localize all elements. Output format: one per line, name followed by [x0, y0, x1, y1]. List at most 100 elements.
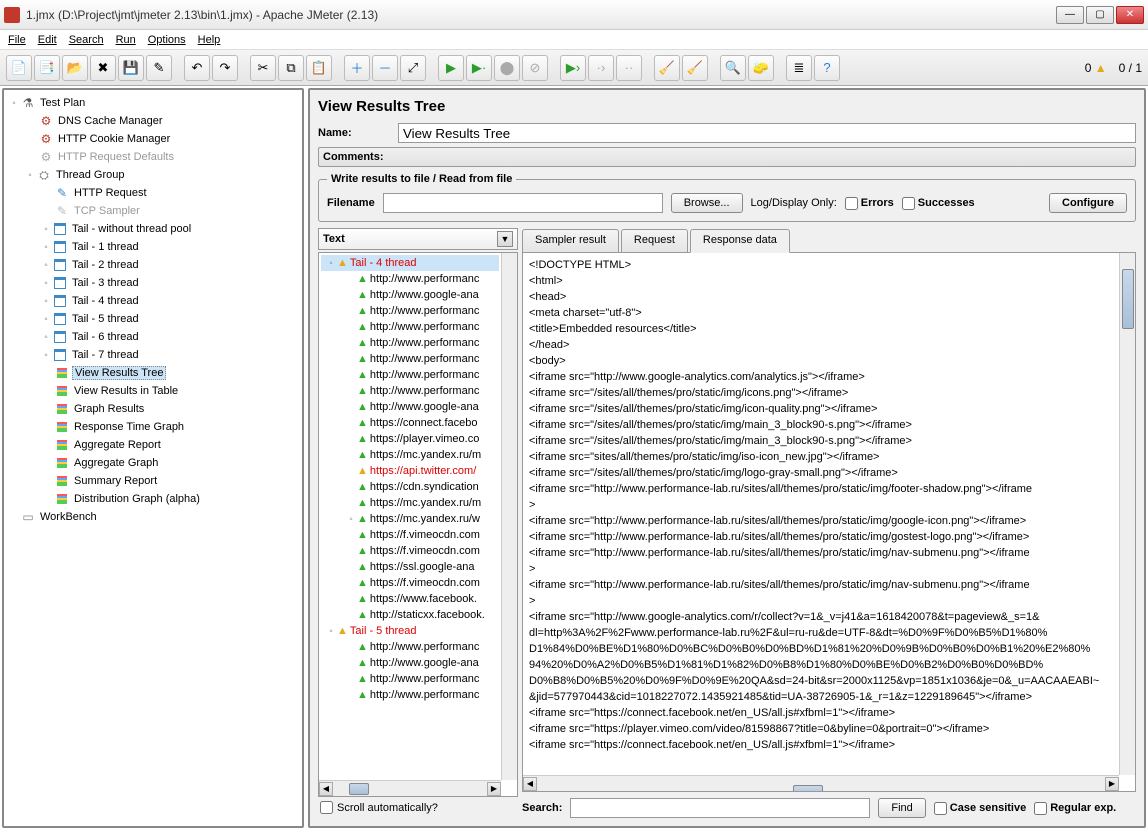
tree-listener[interactable]: View Results Tree: [72, 366, 166, 380]
tree-tail[interactable]: Tail - 7 thread: [70, 349, 141, 361]
menu-options[interactable]: Options: [148, 34, 186, 46]
shutdown-button[interactable]: ⊘: [522, 55, 548, 81]
tab-response-data[interactable]: Response data: [690, 229, 790, 253]
result-item[interactable]: ▲http://staticxx.facebook.: [321, 607, 499, 623]
result-item[interactable]: ▲https://mc.yandex.ru/m: [321, 447, 499, 463]
redo-button[interactable]: ↷: [212, 55, 238, 81]
scroll-auto-checkbox[interactable]: Scroll automatically?: [318, 797, 518, 818]
horizontal-scrollbar[interactable]: ◀ ▶: [523, 775, 1119, 791]
tree-test-plan[interactable]: Test Plan: [38, 97, 87, 109]
result-item[interactable]: ▲https://cdn.syndication: [321, 479, 499, 495]
tree-tcp[interactable]: TCP Sampler: [72, 205, 142, 217]
remote-shutdown-button[interactable]: ··: [616, 55, 642, 81]
result-item[interactable]: ▲https://player.vimeo.co: [321, 431, 499, 447]
vertical-scrollbar[interactable]: [501, 253, 517, 780]
tree-tail[interactable]: Tail - 1 thread: [70, 241, 141, 253]
result-item[interactable]: ▲https://ssl.google-ana: [321, 559, 499, 575]
tree-listener[interactable]: Distribution Graph (alpha): [72, 493, 202, 505]
result-item[interactable]: ▲http://www.performanc: [321, 383, 499, 399]
stop-button[interactable]: ⬤: [494, 55, 520, 81]
case-sensitive-checkbox[interactable]: Case sensitive: [934, 802, 1026, 815]
result-item[interactable]: ▲http://www.google-ana: [321, 399, 499, 415]
tab-sampler-result[interactable]: Sampler result: [522, 229, 619, 253]
menu-run[interactable]: Run: [116, 34, 136, 46]
tree-listener[interactable]: Graph Results: [72, 403, 146, 415]
tree-listener[interactable]: Aggregate Report: [72, 439, 163, 451]
start-button[interactable]: ▶: [438, 55, 464, 81]
start-no-pause-button[interactable]: ▶·: [466, 55, 492, 81]
successes-checkbox[interactable]: Successes: [902, 197, 975, 210]
scroll-thumb[interactable]: [793, 785, 823, 793]
clear-button[interactable]: 🧹: [654, 55, 680, 81]
clear-all-button[interactable]: 🧹: [682, 55, 708, 81]
configure-button[interactable]: Configure: [1049, 193, 1127, 213]
errors-checkbox[interactable]: Errors: [845, 197, 894, 210]
tree-tail[interactable]: Tail - 6 thread: [70, 331, 141, 343]
tree-thread-group[interactable]: Thread Group: [54, 169, 126, 181]
search-tb-button[interactable]: 🔍: [720, 55, 746, 81]
scroll-left-icon[interactable]: ◀: [523, 777, 537, 791]
cut-button[interactable]: ✂: [250, 55, 276, 81]
collapse-button[interactable]: －: [372, 55, 398, 81]
open-button[interactable]: 📂: [62, 55, 88, 81]
expand-icon[interactable]: ◦: [325, 626, 337, 637]
menu-help[interactable]: Help: [198, 34, 221, 46]
tree-http[interactable]: HTTP Request: [72, 187, 149, 199]
tree-tail[interactable]: Tail - 3 thread: [70, 277, 141, 289]
regex-checkbox[interactable]: Regular exp.: [1034, 802, 1116, 815]
scroll-thumb[interactable]: [1122, 269, 1134, 329]
result-group[interactable]: ◦▲Tail - 4 thread: [321, 255, 499, 271]
name-input[interactable]: [398, 123, 1136, 143]
find-button[interactable]: Find: [878, 798, 925, 818]
filename-input[interactable]: [383, 193, 663, 213]
result-group[interactable]: ◦▲Tail - 5 thread: [321, 623, 499, 639]
menu-search[interactable]: Search: [69, 34, 104, 46]
response-body[interactable]: <!DOCTYPE HTML><html><head> <meta charse…: [522, 252, 1136, 792]
result-item[interactable]: ▲http://www.performanc: [321, 351, 499, 367]
result-item[interactable]: ▲https://connect.facebo: [321, 415, 499, 431]
result-item[interactable]: ▲https://f.vimeocdn.com: [321, 575, 499, 591]
vertical-scrollbar[interactable]: [1119, 253, 1135, 775]
result-item[interactable]: ◦▲https://mc.yandex.ru/w: [321, 511, 499, 527]
menu-edit[interactable]: Edit: [38, 34, 57, 46]
result-item[interactable]: ▲http://www.performanc: [321, 303, 499, 319]
tree-tail[interactable]: Tail - 2 thread: [70, 259, 141, 271]
tab-request[interactable]: Request: [621, 229, 688, 253]
tree-listener[interactable]: Summary Report: [72, 475, 159, 487]
tree-listener[interactable]: Response Time Graph: [72, 421, 186, 433]
tree-listener[interactable]: View Results in Table: [72, 385, 180, 397]
expand-button[interactable]: ＋: [344, 55, 370, 81]
templates-button[interactable]: 📑: [34, 55, 60, 81]
remote-stop-button[interactable]: ·›: [588, 55, 614, 81]
result-item[interactable]: ▲http://www.performanc: [321, 335, 499, 351]
result-item[interactable]: ▲https://f.vimeocdn.com: [321, 543, 499, 559]
result-item[interactable]: ▲http://www.performanc: [321, 687, 499, 703]
tree-workbench[interactable]: WorkBench: [38, 511, 99, 523]
result-item[interactable]: ▲http://www.performanc: [321, 319, 499, 335]
results-tree[interactable]: ◦▲Tail - 4 thread▲http://www.performanc▲…: [318, 252, 518, 797]
tree-defaults[interactable]: HTTP Request Defaults: [56, 151, 176, 163]
scroll-left-icon[interactable]: ◀: [319, 782, 333, 796]
renderer-combo[interactable]: Text ▼: [318, 228, 518, 250]
tree-tail[interactable]: Tail - 5 thread: [70, 313, 141, 325]
result-item[interactable]: ▲http://www.google-ana: [321, 287, 499, 303]
tree-cookie[interactable]: HTTP Cookie Manager: [56, 133, 172, 145]
remote-start-button[interactable]: ▶›: [560, 55, 586, 81]
help-button[interactable]: ?: [814, 55, 840, 81]
expand-icon[interactable]: ◦: [40, 224, 52, 235]
reset-search-button[interactable]: 🧽: [748, 55, 774, 81]
expand-icon[interactable]: ◦: [40, 278, 52, 289]
scroll-right-icon[interactable]: ▶: [1105, 777, 1119, 791]
tree-tail[interactable]: Tail - without thread pool: [70, 223, 193, 235]
scroll-thumb[interactable]: [349, 783, 369, 795]
undo-button[interactable]: ↶: [184, 55, 210, 81]
expand-icon[interactable]: ◦: [40, 314, 52, 325]
result-item[interactable]: ▲https://api.twitter.com/: [321, 463, 499, 479]
maximize-button[interactable]: ▢: [1086, 6, 1114, 24]
expand-icon[interactable]: ◦: [40, 296, 52, 307]
save-button[interactable]: 💾: [118, 55, 144, 81]
result-item[interactable]: ▲http://www.performanc: [321, 271, 499, 287]
tree-dns[interactable]: DNS Cache Manager: [56, 115, 165, 127]
copy-button[interactable]: ⧉: [278, 55, 304, 81]
menu-file[interactable]: File: [8, 34, 26, 46]
